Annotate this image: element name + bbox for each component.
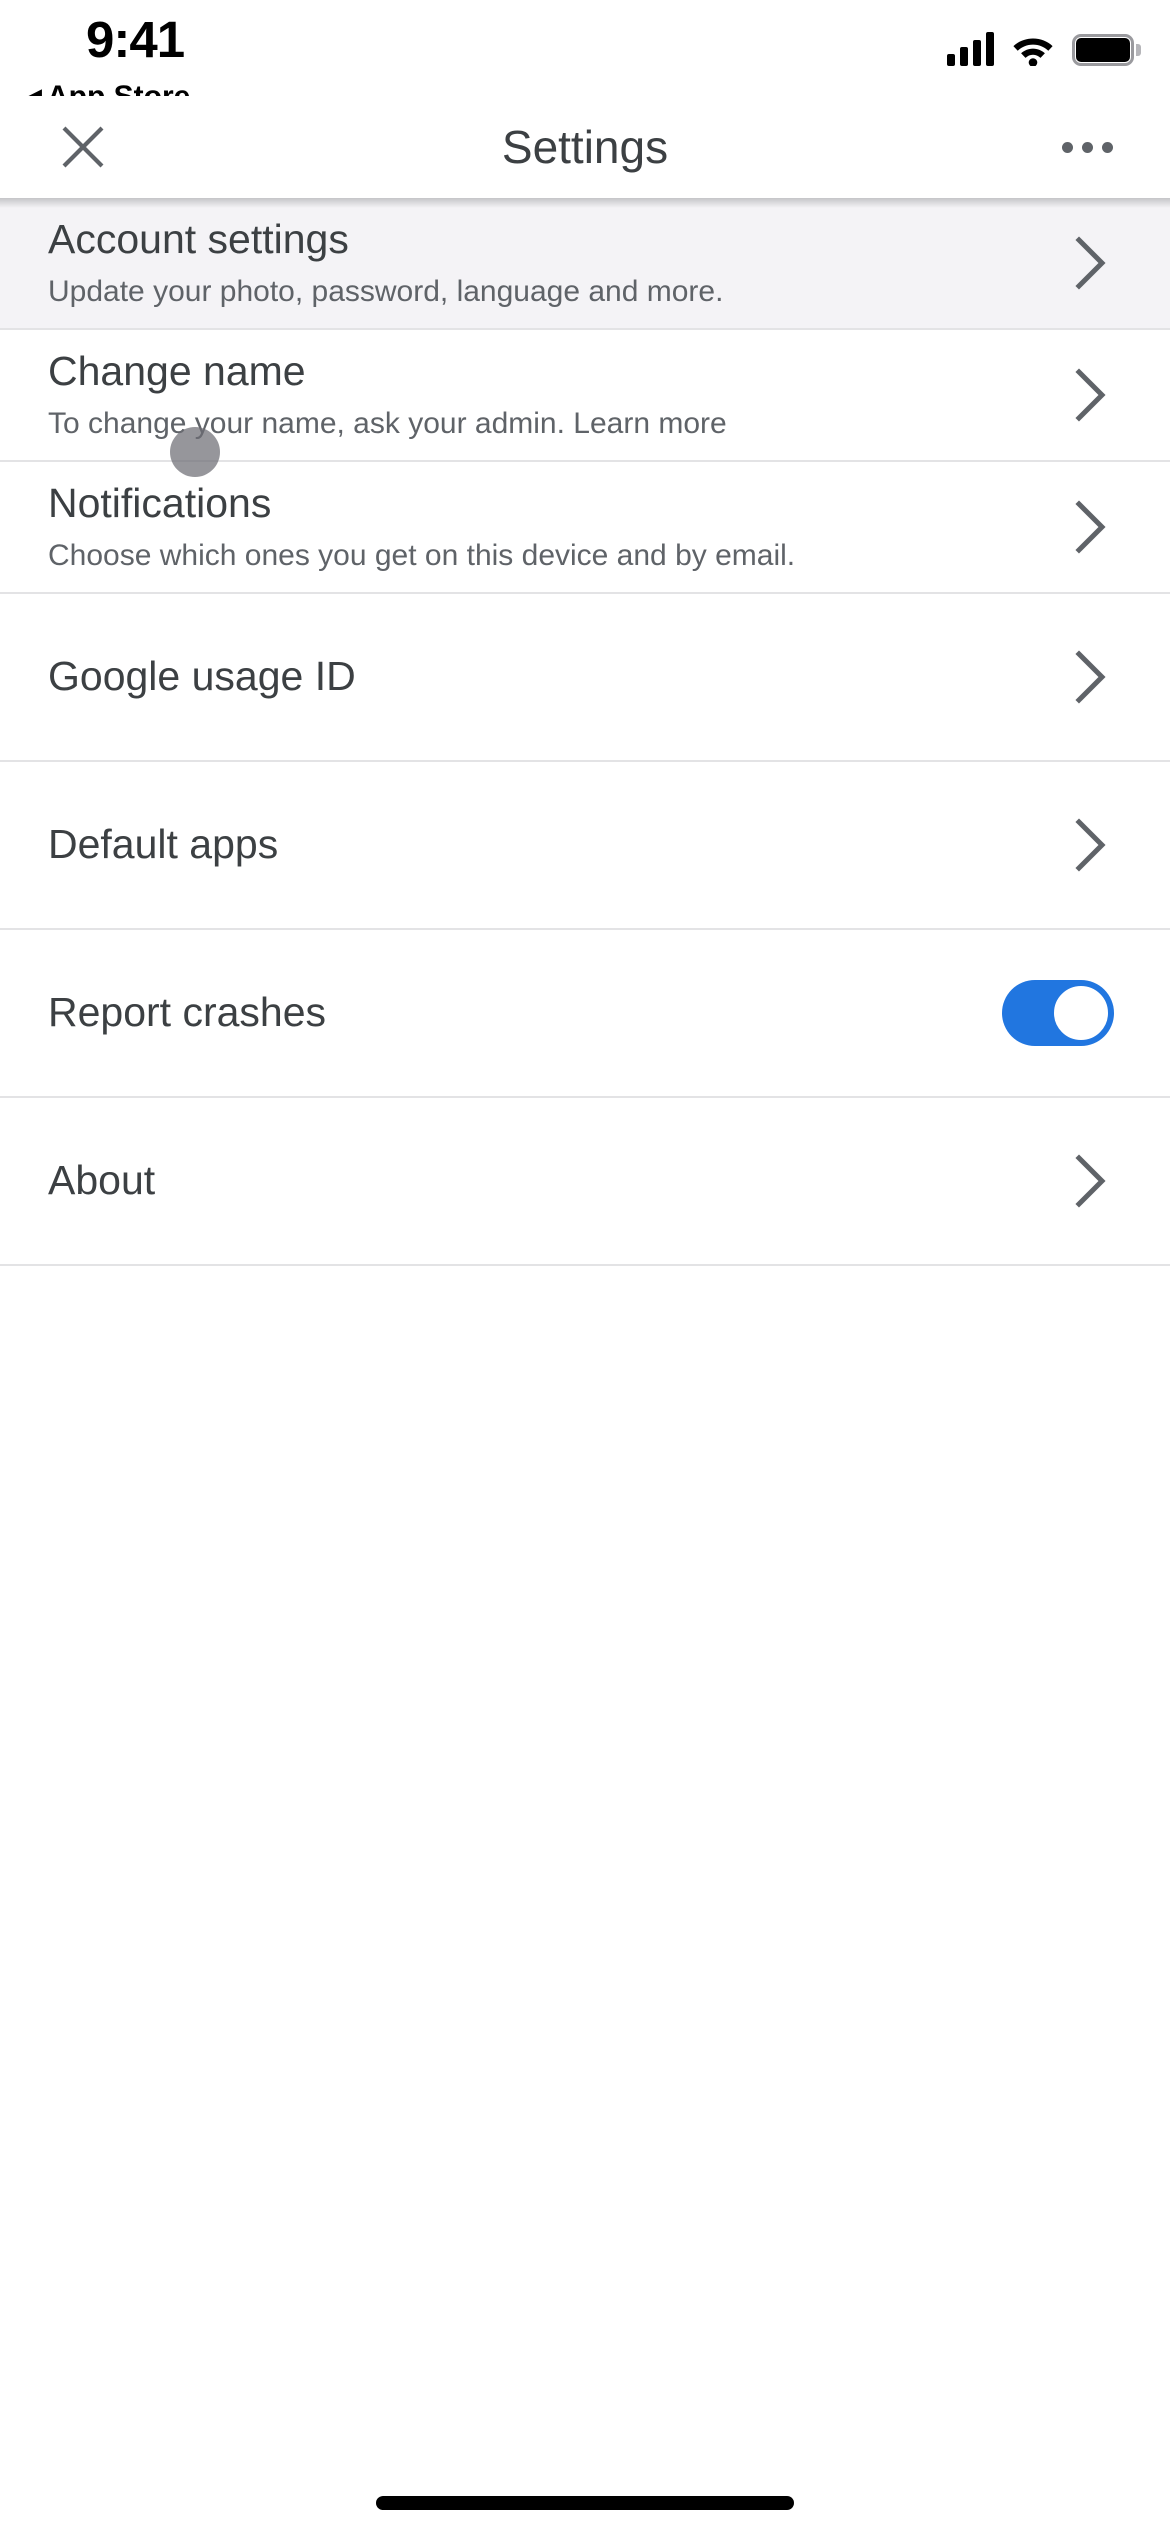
row-title: Change name <box>48 347 306 394</box>
row-title: Report crashes <box>48 989 327 1036</box>
report-crashes-toggle[interactable] <box>1002 980 1114 1046</box>
chevron-right-icon <box>1068 815 1114 875</box>
home-indicator[interactable] <box>376 2496 794 2510</box>
chevron-right-icon <box>1068 497 1114 557</box>
header-shadow <box>0 198 1170 208</box>
settings-row-change-name[interactable]: Change name To change your name, ask you… <box>0 330 1170 462</box>
settings-row-notifications[interactable]: Notifications Choose which ones you get … <box>0 462 1170 594</box>
overflow-menu-icon-dot <box>1081 141 1093 153</box>
settings-row-about[interactable]: About <box>0 1098 1170 1266</box>
chevron-right-icon <box>1068 647 1114 707</box>
overflow-menu-icon <box>1061 141 1073 153</box>
navigation-header: Settings <box>0 96 1170 198</box>
row-title: Notifications <box>48 479 272 526</box>
row-subtitle: To change your name, ask your admin. Lea… <box>48 406 727 440</box>
chevron-right-icon <box>1068 365 1114 425</box>
row-title: Default apps <box>48 821 279 868</box>
row-title: Account settings <box>48 215 349 262</box>
row-subtitle: Update your photo, password, language an… <box>48 274 724 308</box>
chevron-right-icon <box>1068 233 1114 293</box>
settings-row-account-settings[interactable]: Account settings Update your photo, pass… <box>0 198 1170 330</box>
phone-screen: 9:41 ◀ App Store <box>0 0 1170 2532</box>
overflow-menu-icon-dot <box>1101 141 1113 153</box>
settings-row-google-usage-id[interactable]: Google usage ID <box>0 594 1170 762</box>
overflow-menu-button[interactable] <box>1054 116 1120 178</box>
chevron-right-icon <box>1068 1151 1114 1211</box>
row-subtitle: Choose which ones you get on this device… <box>48 538 796 572</box>
row-text-block: About <box>48 1157 1050 1204</box>
status-bar-time: 9:41 <box>86 11 185 68</box>
settings-row-report-crashes[interactable]: Report crashes <box>0 930 1170 1098</box>
page-title: Settings <box>501 121 669 173</box>
row-title: About <box>48 1157 156 1204</box>
row-text-block: Account settings Update your photo, pass… <box>48 215 1050 309</box>
settings-list: Account settings Update your photo, pass… <box>0 198 1170 1266</box>
row-text-block: Default apps <box>48 821 1050 868</box>
row-title: Google usage ID <box>48 653 356 700</box>
status-bar: 9:41 ◀ App Store <box>0 0 1170 112</box>
status-bar-indicators <box>947 22 1141 66</box>
toggle-thumb <box>1051 983 1111 1043</box>
row-text-block: Notifications Choose which ones you get … <box>48 479 1050 573</box>
battery-full-icon <box>1072 34 1141 66</box>
row-text-block: Google usage ID <box>48 653 1050 700</box>
row-text-block: Report crashes <box>48 989 984 1036</box>
cellular-signal-icon <box>947 32 994 66</box>
settings-row-default-apps[interactable]: Default apps <box>0 762 1170 930</box>
row-text-block: Change name To change your name, ask you… <box>48 347 1050 441</box>
wifi-icon <box>1011 32 1055 66</box>
